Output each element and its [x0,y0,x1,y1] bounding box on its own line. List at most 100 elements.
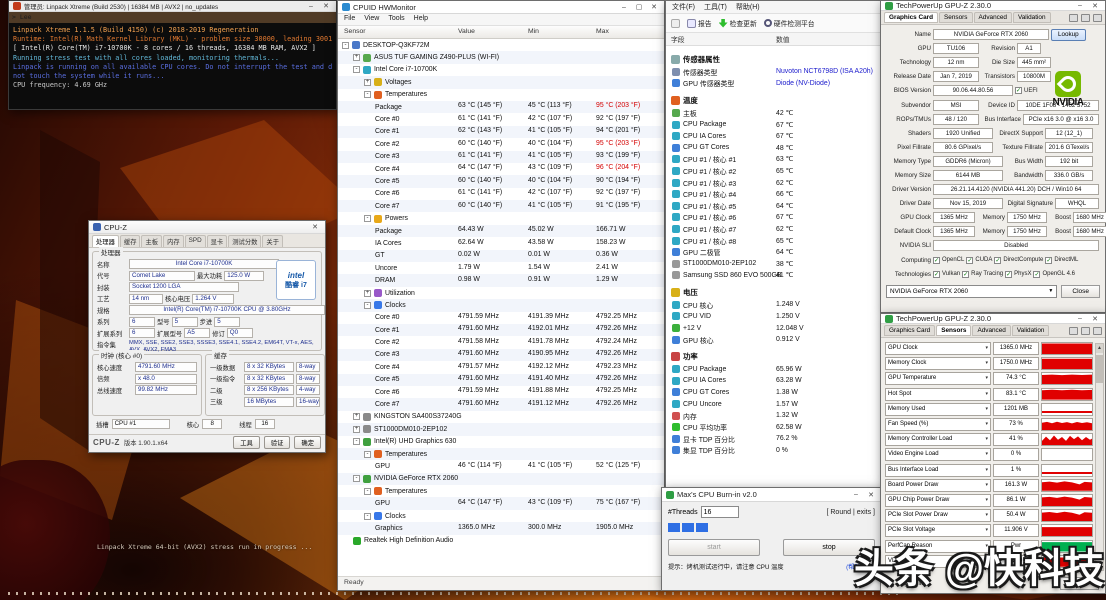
socket-select[interactable]: CPU #1 [112,419,170,429]
sensor-label-dropdown[interactable]: PCIe Slot Power Draw▾ [885,509,991,522]
checkbox-ray-tracing[interactable]: ✓Ray Tracing [962,271,1003,278]
tree-expander-icon[interactable]: - [364,302,371,309]
sensor-tree-row[interactable]: Core #464 °C (147 °F)43 °C (109 °F)96 °C… [338,163,664,175]
sensor-tree-row[interactable]: +Voltages [338,76,664,88]
tools-button[interactable]: 工具 [233,436,260,449]
sensor-label-dropdown[interactable]: GPU Temperature▾ [885,372,991,385]
toolbar-search[interactable]: 硬件检测平台 [764,18,815,28]
sensor-row[interactable]: CPU GT Cores1.38 W [666,387,882,399]
sensor-tree-row[interactable]: Core #34791.60 MHz4190.95 MHz4792.26 MHz [338,349,664,361]
toolbar-update[interactable]: 检查更新 [719,18,757,28]
checkbox-icon[interactable]: ✓ [1015,87,1022,94]
close-icon[interactable]: ✕ [1089,2,1101,10]
tab-validation[interactable]: Validation [1012,325,1050,336]
sensor-row[interactable]: 传感器类型Nuvoton NCT6798D (ISA A20h) [666,66,882,78]
sensor-tree-row[interactable]: +ASUS TUF GAMING Z490-PLUS (WI-FI) [338,51,664,63]
sensor-tree-row[interactable]: -Temperatures [338,485,664,497]
sensor-tree-row[interactable]: -DESKTOP-Q3KF72M [338,39,664,51]
tree-expander-icon[interactable]: + [353,413,360,420]
sensor-tree-row[interactable]: Core #44791.57 MHz4192.12 MHz4792.23 MHz [338,361,664,373]
sensor-tree-row[interactable]: GPU46 °C (114 °F)41 °C (105 °F)52 °C (12… [338,460,664,472]
sensor-tree-row[interactable]: -Intel(R) UHD Graphics 630 [338,436,664,448]
sensor-label-dropdown[interactable]: Bus Interface Load▾ [885,464,991,477]
menu-tools[interactable]: Tools [388,15,404,24]
sensor-row[interactable]: CPU #1 / 核心 #362 ℃ [666,177,882,189]
sensor-label-dropdown[interactable]: GPU Clock▾ [885,342,991,355]
sensor-tree-row[interactable]: Graphics1365.0 MHz300.0 MHz1905.0 MHz [338,522,664,534]
tab-显卡[interactable]: 显卡 [207,235,228,247]
sensor-row[interactable]: CPU Uncore1.57 W [666,398,882,410]
sensor-tree-row[interactable]: GT0.02 W0.01 W0.36 W [338,250,664,262]
sensor-tree-row[interactable]: Core #14791.60 MHz4192.01 MHz4792.26 MHz [338,324,664,336]
sensor-tree-row[interactable]: Core #560 °C (140 °F)40 °C (104 °F)90 °C… [338,175,664,187]
start-button[interactable]: start [668,539,760,556]
sensor-row[interactable]: CPU #1 / 核心 #762 ℃ [666,223,882,235]
tree-expander-icon[interactable]: - [353,438,360,445]
menu-icon[interactable] [1093,327,1102,335]
column-value[interactable]: 数值 [776,34,790,44]
sensor-row[interactable]: CPU #1 / 核心 #865 ℃ [666,235,882,247]
cpuz-titlebar[interactable]: CPU-Z ✕ [89,221,325,234]
menu-item[interactable]: 帮助(H) [736,2,760,12]
sensor-label-dropdown[interactable]: Memory Clock▾ [885,357,991,370]
sensor-tree-row[interactable]: Core #64791.59 MHz4191.88 MHz4792.25 MHz [338,386,664,398]
sensor-row[interactable]: 集显 TDP 百分比0 % [666,445,882,457]
sensor-row[interactable]: GPU 二极管64 ℃ [666,246,882,258]
sensor-label-dropdown[interactable]: Memory Used▾ [885,403,991,416]
close-button[interactable]: Close [1061,285,1100,298]
column-max[interactable]: Max [596,28,609,35]
checkbox-icon[interactable]: ✓ [966,257,973,264]
edit-icon[interactable] [671,19,680,28]
tree-expander-icon[interactable]: + [364,290,371,297]
sensor-row[interactable]: CPU #1 / 核心 #667 ℃ [666,212,882,224]
sensor-label-dropdown[interactable]: Board Power Draw▾ [885,479,991,492]
sensor-tree-row[interactable]: -Clocks [338,299,664,311]
camera-icon[interactable] [1069,327,1078,335]
tree-expander-icon[interactable]: - [364,91,371,98]
sensor-tree-row[interactable]: Package64.43 W45.02 W166.71 W [338,225,664,237]
tree-expander-icon[interactable]: - [353,475,360,482]
gpu-select-dropdown[interactable]: NVIDIA GeForce RTX 2060 ▼ [886,285,1057,298]
sensor-row[interactable]: CPU IA Cores67 ℃ [666,130,882,142]
tree-expander-icon[interactable]: + [364,79,371,86]
checkbox-icon[interactable]: ✓ [1045,257,1052,264]
tree-expander-icon[interactable]: - [353,66,360,73]
sensor-tree-row[interactable]: -Powers [338,212,664,224]
sensor-tree-row[interactable]: -Temperatures [338,89,664,101]
tree-expander-icon[interactable]: - [364,513,371,520]
sensor-row[interactable]: 显卡 TDP 百分比76.2 % [666,433,882,445]
sensor-row[interactable]: ST1000DM010-2EP10238 ℃ [666,258,882,270]
checkbox-directcompute[interactable]: ✓DirectCompute [994,257,1043,264]
sensor-row[interactable]: CPU 平均功率62.58 W [666,421,882,433]
checkbox-vulkan[interactable]: ✓Vulkan [933,271,960,278]
tab-advanced[interactable]: Advanced [974,12,1012,23]
checkbox-icon[interactable]: ✓ [994,257,1001,264]
sensor-tree-row[interactable]: Core #661 °C (141 °F)42 °C (107 °F)92 °C… [338,188,664,200]
sensor-tree-row[interactable]: Core #04791.59 MHz4191.39 MHz4792.25 MHz [338,312,664,324]
lookup-button[interactable]: Lookup [1051,29,1086,41]
scroll-up-icon[interactable]: ▲ [1096,344,1103,353]
sensor-label-dropdown[interactable]: Fan Speed (%)▾ [885,418,991,431]
column-value[interactable]: Value [458,28,475,35]
sensor-row[interactable]: +12 V12.048 V [666,322,882,334]
sensor-tree-row[interactable]: +KINGSTON SA400S37240G [338,411,664,423]
checkbox-icon[interactable]: ✓ [962,271,969,278]
sensor-row[interactable]: CPU Package65.96 W [666,363,882,375]
sensor-tree-row[interactable]: Core #74791.60 MHz4191.12 MHz4792.26 MHz [338,398,664,410]
sensor-label-dropdown[interactable]: Video Engine Load▾ [885,448,991,461]
close-icon[interactable]: ✕ [1089,315,1101,323]
tab-SPD[interactable]: SPD [185,235,206,247]
sensor-row[interactable]: CPU #1 / 核心 #163 ℃ [666,154,882,166]
tab-advanced[interactable]: Advanced [972,325,1010,336]
console-titlebar[interactable]: 管理员: Linpack Xtreme (Build 2530) | 16384… [9,1,336,12]
minimize-icon[interactable]: – [305,3,317,10]
close-icon[interactable]: ✕ [865,491,877,499]
close-icon[interactable]: ✕ [320,2,332,10]
toolbar-report[interactable]: 报告 [687,18,712,28]
minimize-icon[interactable]: – [850,491,862,498]
menu-view[interactable]: View [364,15,379,24]
tab-主板[interactable]: 主板 [141,235,162,247]
tab-graphics-card[interactable]: Graphics Card [884,325,935,336]
sensor-tree-row[interactable]: Core #361 °C (141 °F)41 °C (105 °F)93 °C… [338,151,664,163]
gpuz-sensors-titlebar[interactable]: TechPowerUp GPU-Z 2.30.0 – ✕ [881,314,1105,324]
